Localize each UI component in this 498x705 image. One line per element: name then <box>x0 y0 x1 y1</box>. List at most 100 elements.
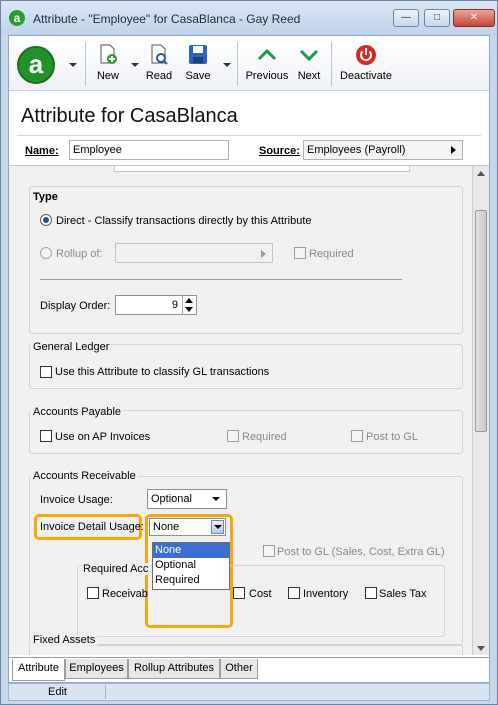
maximize-button[interactable]: □ <box>424 9 450 27</box>
chevron-down-icon <box>214 525 222 529</box>
use-gl-checkbox[interactable] <box>40 366 52 378</box>
read-button[interactable]: Read <box>144 44 174 86</box>
tab-rollup-attributes[interactable]: Rollup Attributes <box>128 659 220 679</box>
direct-radio[interactable] <box>40 214 52 226</box>
new-document-icon <box>93 44 123 66</box>
logo-menu-chevron-down-icon[interactable] <box>69 63 77 67</box>
invoice-detail-usage-select[interactable]: None <box>149 518 226 536</box>
rollup-label: Rollup of: <box>56 248 103 260</box>
save-menu-chevron-down-icon[interactable] <box>223 63 231 67</box>
dropdown-option-required[interactable]: Required <box>153 573 229 588</box>
scrollbar-thumb[interactable] <box>475 210 487 432</box>
scroll-down-icon[interactable] <box>477 646 485 651</box>
invoice-detail-usage-label: Invoice Detail Usage: <box>40 521 144 533</box>
use-ap-checkbox[interactable] <box>40 430 52 442</box>
receivable-checkbox[interactable] <box>87 587 99 599</box>
window-title: Attribute - "Employee" for CasaBlanca - … <box>33 12 301 26</box>
scroll-up-icon[interactable] <box>477 171 485 176</box>
status-bar: Edit <box>8 683 490 701</box>
app-logo-icon: a <box>9 10 25 26</box>
previous-button[interactable]: Previous <box>245 44 289 86</box>
accounts-receivable-title: Accounts Receivable <box>31 470 138 482</box>
required-accounts-group <box>77 565 445 637</box>
form-scroll-area[interactable]: Type Direct - Classify transactions dire… <box>9 165 489 655</box>
chevron-up-icon <box>245 44 289 66</box>
new-button[interactable]: New <box>93 44 123 86</box>
fixed-assets-title: Fixed Assets <box>31 634 98 646</box>
dropdown-option-none[interactable]: None <box>153 543 229 558</box>
cost-checkbox[interactable] <box>233 587 245 599</box>
invoice-detail-usage-value: None <box>153 521 180 533</box>
invoice-usage-label: Invoice Usage: <box>40 494 113 506</box>
toolbar-separator <box>237 42 238 86</box>
ap-post-gl-label: Post to GL <box>366 431 418 443</box>
name-label: Name: <box>25 145 59 157</box>
spin-up-icon[interactable] <box>185 298 193 303</box>
cost-label: Cost <box>249 588 272 600</box>
spin-down-icon[interactable] <box>185 307 193 312</box>
dropdown-option-optional[interactable]: Optional <box>153 558 229 573</box>
new-menu-chevron-down-icon[interactable] <box>131 63 139 67</box>
deactivate-button[interactable]: Deactivate <box>337 44 395 86</box>
save-button[interactable]: Save <box>183 44 213 86</box>
display-order-value: 9 <box>171 299 178 311</box>
tab-attribute[interactable]: Attribute <box>12 659 65 681</box>
read-document-icon <box>144 44 174 66</box>
toolbar-separator <box>331 42 332 86</box>
description-field[interactable] <box>114 166 410 172</box>
tab-bar: Attribute Employees Rollup Attributes Ot… <box>9 657 489 681</box>
invoice-usage-select[interactable]: Optional <box>147 489 227 509</box>
required-accounts-title: Required Acc <box>81 563 151 575</box>
display-order-field[interactable]: 9 <box>115 295 197 315</box>
source-field[interactable]: Employees (Payroll) <box>303 140 463 160</box>
chevron-right-icon <box>451 146 456 154</box>
title-bar[interactable]: a Attribute - "Employee" for CasaBlanca … <box>1 1 497 35</box>
page-title: Attribute for CasaBlanca <box>21 105 238 127</box>
use-gl-label: Use this Attribute to classify GL transa… <box>55 366 270 378</box>
ap-required-checkbox[interactable] <box>227 430 239 442</box>
toolbar-separator <box>85 42 86 86</box>
ar-post-gl-label: Post to GL (Sales, Cost, Extra GL) <box>277 546 445 558</box>
source-label: Source: <box>259 145 300 157</box>
save-floppy-icon <box>183 44 213 66</box>
display-order-label: Display Order: <box>40 300 111 312</box>
rollup-radio[interactable] <box>40 247 52 259</box>
chevron-down-icon <box>212 497 220 501</box>
toolbar: a New Read Save Previous Next Deactivate <box>9 36 489 91</box>
type-group-title: Type <box>31 191 60 203</box>
save-button-label: Save <box>185 70 211 82</box>
accounts-payable-title: Accounts Payable <box>31 406 124 418</box>
name-label-text: Name: <box>25 145 59 157</box>
form-client-area: a New Read Save Previous Next Deactivate… <box>8 35 490 683</box>
direct-label: Direct - Classify transactions directly … <box>56 215 312 227</box>
home-logo-button[interactable]: a <box>17 46 55 84</box>
previous-button-label: Previous <box>245 70 289 82</box>
ap-post-gl-checkbox[interactable] <box>351 430 363 442</box>
receivable-label: Receivab <box>102 588 148 600</box>
dropdown-button[interactable] <box>211 520 224 534</box>
display-order-spinner[interactable] <box>182 295 196 315</box>
app-window: a Attribute - "Employee" for CasaBlanca … <box>0 0 498 705</box>
sales-tax-label: Sales Tax <box>379 588 427 600</box>
vertical-scrollbar[interactable] <box>472 166 489 655</box>
minimize-button[interactable]: — <box>393 9 419 27</box>
rollup-select[interactable] <box>115 243 273 263</box>
next-button[interactable]: Next <box>295 44 323 86</box>
name-field[interactable]: Employee <box>69 140 229 160</box>
source-label-text: Source: <box>259 145 300 157</box>
close-button[interactable]: ✕ <box>453 9 495 27</box>
general-ledger-title: General Ledger <box>31 341 112 353</box>
next-button-label: Next <box>297 70 321 82</box>
deactivate-button-label: Deactivate <box>340 70 392 82</box>
rollup-required-checkbox[interactable] <box>294 247 306 259</box>
read-button-label: Read <box>145 70 173 82</box>
inventory-checkbox[interactable] <box>288 587 300 599</box>
status-mode: Edit <box>10 685 106 699</box>
tab-employees[interactable]: Employees <box>65 659 128 679</box>
tab-other[interactable]: Other <box>220 659 258 679</box>
new-button-label: New <box>96 70 119 82</box>
detail-usage-dropdown-list[interactable]: None Optional Required <box>152 542 230 590</box>
rollup-required-label: Required <box>309 248 354 260</box>
ar-post-gl-checkbox[interactable] <box>263 545 275 557</box>
sales-tax-checkbox[interactable] <box>365 587 377 599</box>
